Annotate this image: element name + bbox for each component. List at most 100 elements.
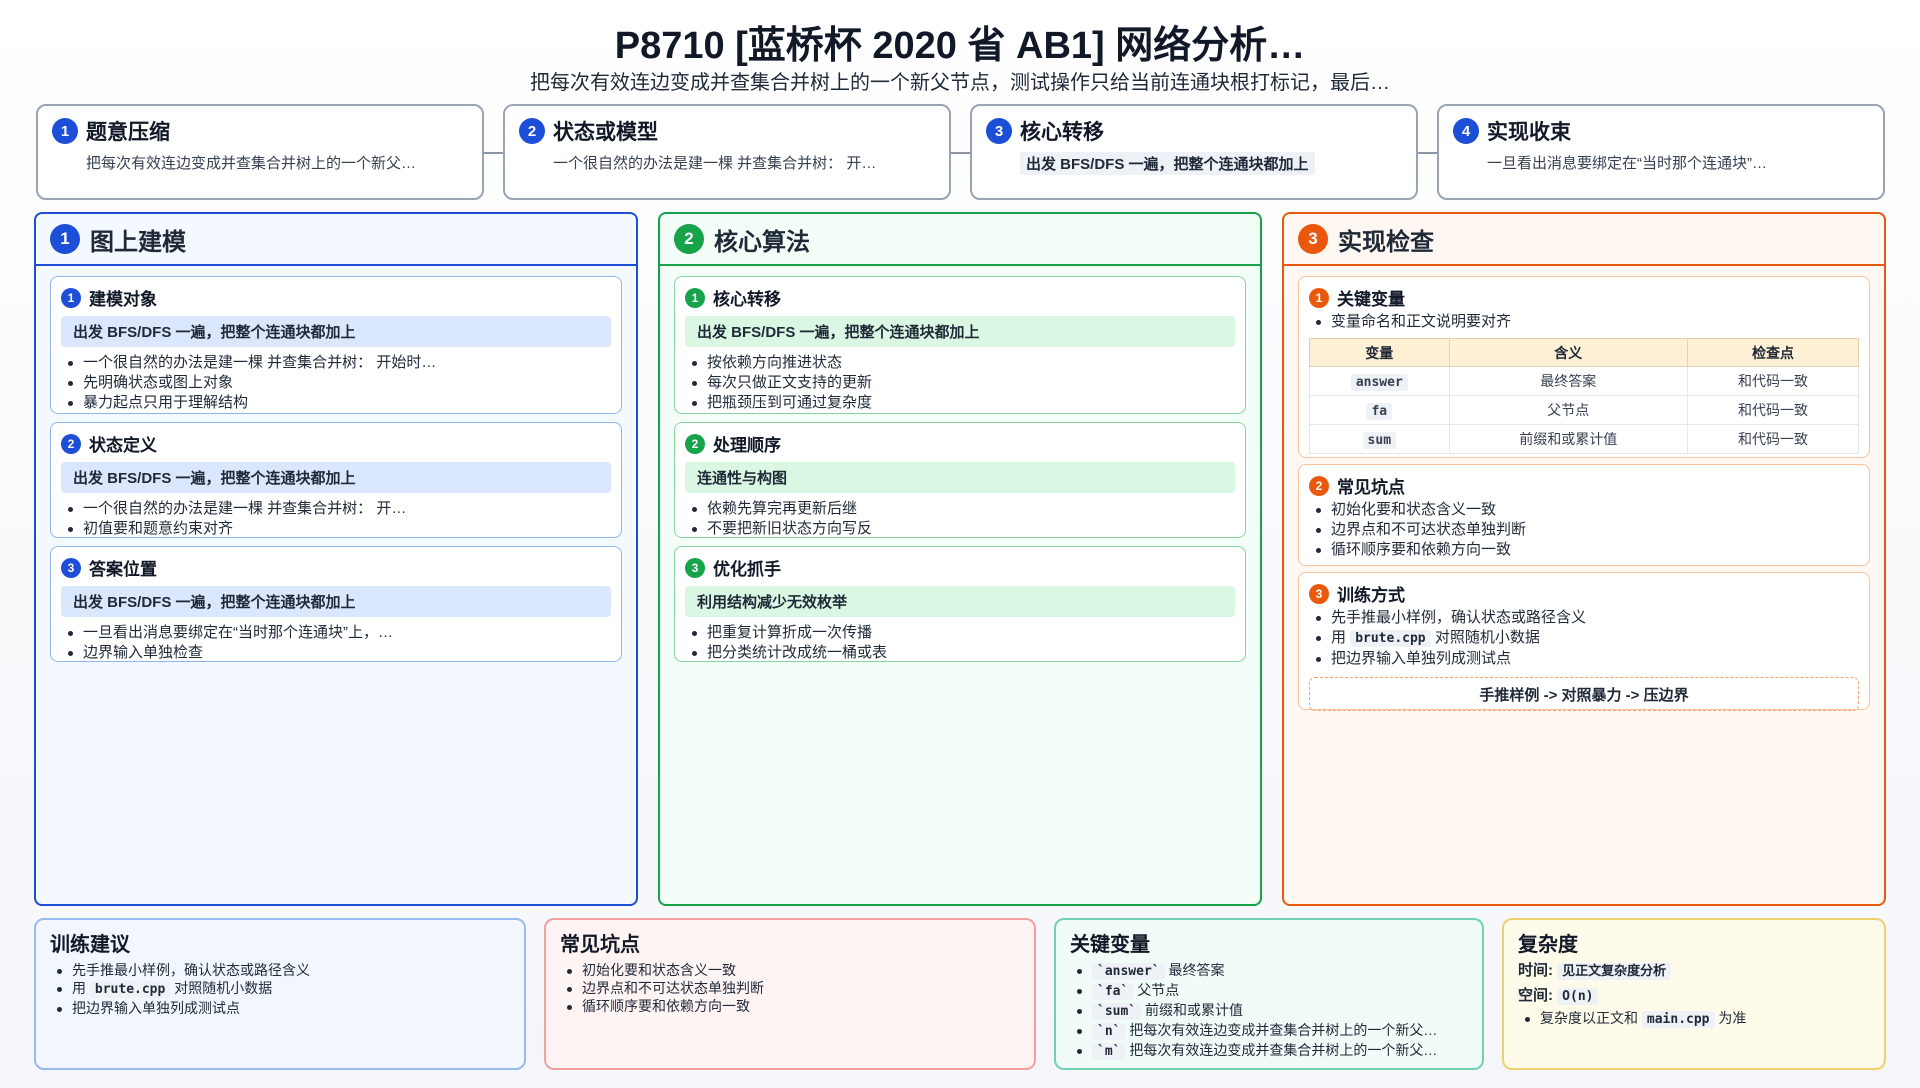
list-item: 初始化要和状态含义一致	[1309, 500, 1859, 520]
card-training: 3 训练方式 先手推最小样例，确认状态或路径含义 用 brute.cpp 对照随机…	[1298, 572, 1870, 711]
time-label: 时间:	[1518, 962, 1553, 979]
card-title: 处理顺序	[713, 436, 781, 455]
card-title: 状态定义	[89, 436, 157, 455]
variable-code: `answer`	[1092, 963, 1165, 980]
card-pitfalls: 2 常见坑点 初始化要和状态含义一致 边界点和不可达状态单独判断 循环顺序要和依赖…	[1298, 464, 1870, 566]
table-cell: 前缀和或累计值	[1448, 424, 1689, 454]
card-highlight: 出发 BFS/DFS 一遍，把整个连通块都加上	[61, 586, 611, 617]
list-item-prefix: 用	[72, 980, 86, 996]
list-item: 循环顺序要和依赖方向一致	[1309, 540, 1859, 560]
variable-desc: 把每次有效连边变成并查集合并树上的一个新父…	[1129, 1042, 1438, 1058]
variable-desc: 前缀和或累计值	[1145, 1002, 1244, 1018]
list-item: 先手推最小样例，确认状态或路径含义	[1309, 608, 1859, 628]
column-title: 图上建模	[90, 228, 186, 256]
list-item-suffix: 对照随机小数据	[174, 980, 273, 996]
step-card-2: 2 状态或模型 一个很自然的办法是建一棵 并查集合并树： 开…	[503, 104, 951, 200]
table-cell: sum	[1362, 431, 1397, 449]
list-item: 一旦看出消息要绑定在“当时那个连通块”上，…	[61, 623, 611, 643]
list-item: `m` 把每次有效连边变成并查集合并树上的一个新父…	[1070, 1041, 1468, 1061]
bottom-key-variables: 关键变量 `answer` 最终答案 `fa` 父节点 `sum` 前缀和或累计…	[1054, 918, 1484, 1070]
table-cell: 最终答案	[1448, 366, 1689, 396]
table-cell: 和代码一致	[1687, 366, 1859, 396]
column-implementation-check: 3 实现检查 1 关键变量 变量命名和正文说明要对齐 变量 含义 检查点 answer 最…	[1282, 212, 1886, 906]
card-title: 答案位置	[89, 560, 157, 579]
list-item-suffix: 对照随机小数据	[1434, 629, 1540, 646]
variable-code: `m`	[1092, 1043, 1126, 1060]
column-number-badge: 3	[1298, 224, 1328, 254]
card-highlight: 连通性与构图	[685, 462, 1235, 493]
card-number-badge: 3	[61, 557, 81, 578]
step-number-badge: 4	[1453, 118, 1479, 144]
table-cell: fa	[1366, 402, 1393, 420]
list-item: 一个很自然的办法是建一棵 并查集合并树： 开…	[61, 499, 611, 519]
table-cell: 父节点	[1448, 395, 1689, 425]
variable-desc: 最终答案	[1168, 962, 1225, 978]
bottom-card-title: 关键变量	[1070, 934, 1150, 956]
list-item: 按依赖方向推进状态	[685, 353, 1235, 373]
card-core-transition: 1 核心转移 出发 BFS/DFS 一遍，把整个连通块都加上 按依赖方向推进状态 …	[674, 276, 1246, 414]
page-subtitle: 把每次有效连边变成并查集合并树上的一个新父节点，测试操作只给当前连通块根打标记，…	[530, 72, 1390, 94]
list-item: 复杂度以正文和 main.cpp 为准	[1518, 1009, 1870, 1029]
code-filename: main.cpp	[1641, 1011, 1715, 1028]
card-number-badge: 1	[685, 287, 705, 308]
table-cell: answer	[1350, 373, 1408, 391]
list-item: 把边界输入单独列成测试点	[1309, 649, 1859, 669]
step-title: 题意压缩	[86, 121, 170, 144]
table-cell: 和代码一致	[1687, 395, 1859, 425]
variable-desc: 父节点	[1137, 982, 1180, 998]
step-number-badge: 3	[986, 118, 1012, 144]
step-body: 一旦看出消息要绑定在“当时那个连通块”…	[1487, 155, 1767, 172]
time-complexity: 时间: 见正文复杂度分析	[1518, 961, 1870, 982]
list-item: 把分类统计改成统一桶或表	[685, 643, 1235, 663]
list-item: `sum` 前缀和或累计值	[1070, 1001, 1468, 1021]
list-item: 边界点和不可达状态单独判断	[560, 979, 1020, 997]
column-title: 核心算法	[714, 228, 810, 256]
list-item: 依赖先算完再更新后继	[685, 499, 1235, 519]
space-complexity: 空间: O(n)	[1518, 986, 1870, 1007]
card-state-definition: 2 状态定义 出发 BFS/DFS 一遍，把整个连通块都加上 一个很自然的办法是建…	[50, 422, 622, 538]
list-item: 把瓶颈压到可通过复杂度	[685, 393, 1235, 413]
step-body: 出发 BFS/DFS 一遍，把整个连通块都加上	[1020, 152, 1315, 175]
list-item: 边界输入单独检查	[61, 643, 611, 663]
step-number-badge: 2	[519, 118, 545, 144]
step-title: 核心转移	[1020, 121, 1104, 144]
step-number-badge: 1	[52, 118, 78, 144]
table-row: sum 前缀和或累计值 和代码一致	[1309, 424, 1859, 454]
table-row: answer 最终答案 和代码一致	[1309, 366, 1859, 396]
step-card-3: 3 核心转移 出发 BFS/DFS 一遍，把整个连通块都加上	[970, 104, 1418, 200]
list-item: 初始化要和状态含义一致	[560, 961, 1020, 979]
variable-code: `n`	[1092, 1023, 1126, 1040]
step-title: 状态或模型	[553, 121, 658, 144]
training-flow: 手推样例 -> 对照暴力 -> 压边界	[1309, 677, 1859, 711]
list-item: 变量命名和正文说明要对齐	[1309, 312, 1859, 332]
card-title: 常见坑点	[1337, 478, 1405, 497]
list-item: 每次只做正文支持的更新	[685, 373, 1235, 393]
card-highlight: 出发 BFS/DFS 一遍，把整个连通块都加上	[685, 316, 1235, 347]
list-item: `fa` 父节点	[1070, 981, 1468, 1001]
page-title: P8710 [蓝桥杯 2020 省 AB1] 网络分析…	[614, 25, 1306, 67]
card-number-badge: 1	[1309, 287, 1329, 308]
column-number-badge: 2	[674, 224, 704, 254]
column-title: 实现检查	[1338, 228, 1434, 256]
step-card-1: 1 题意压缩 把每次有效连边变成并查集合并树上的一个新父…	[36, 104, 484, 200]
list-item-prefix: 用	[1331, 629, 1347, 646]
step-body: 把每次有效连边变成并查集合并树上的一个新父…	[86, 155, 417, 172]
card-optimization: 3 优化抓手 利用结构减少无效枚举 把重复计算折成一次传播 把分类统计改成统一桶或…	[674, 546, 1246, 662]
card-number-badge: 2	[1309, 475, 1329, 496]
list-item: 边界点和不可达状态单独判断	[1309, 520, 1859, 540]
card-title: 训练方式	[1337, 586, 1405, 605]
list-item: 初值要和题意约束对齐	[61, 519, 611, 539]
bottom-card-title: 训练建议	[50, 934, 130, 956]
card-highlight: 出发 BFS/DFS 一遍，把整个连通块都加上	[61, 316, 611, 347]
space-label: 空间:	[1518, 987, 1553, 1004]
list-item: 暴力起点只用于理解结构	[61, 393, 611, 413]
space-value: O(n)	[1557, 988, 1599, 1005]
card-modeling-object: 1 建模对象 出发 BFS/DFS 一遍，把整个连通块都加上 一个很自然的办法是建…	[50, 276, 622, 414]
variables-table: 变量 含义 检查点 answer 最终答案 和代码一致 fa 父节点 和代码一致 sum 前缀…	[1309, 338, 1859, 454]
step-body: 一个很自然的办法是建一棵 并查集合并树： 开…	[553, 155, 877, 172]
table-header: 变量	[1309, 338, 1450, 367]
variable-code: `sum`	[1092, 1003, 1142, 1020]
card-title: 核心转移	[713, 290, 781, 309]
bottom-card-title: 复杂度	[1518, 934, 1578, 956]
card-title: 优化抓手	[713, 560, 781, 579]
